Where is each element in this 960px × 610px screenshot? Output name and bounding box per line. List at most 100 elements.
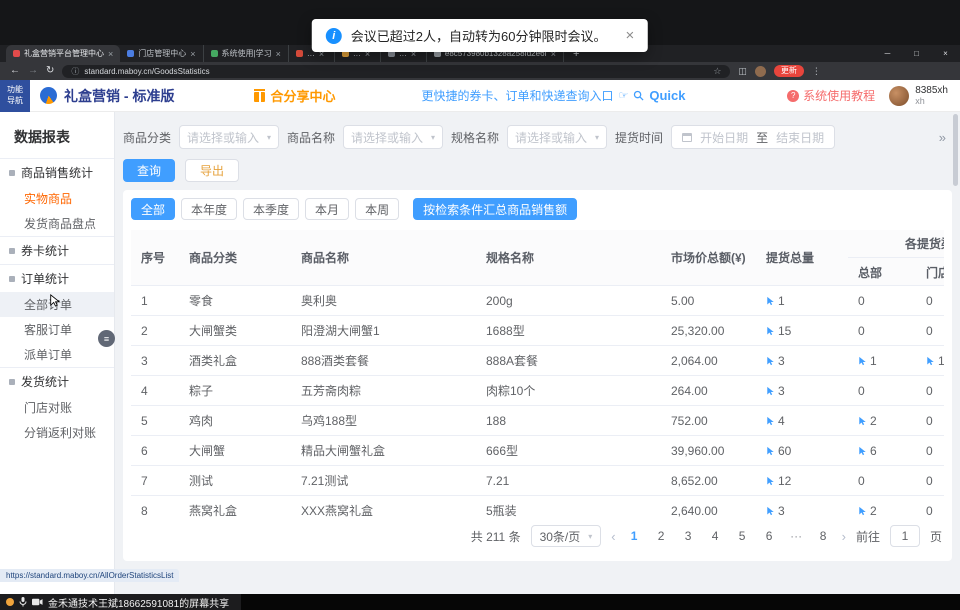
filter-select[interactable]: 请选择或输入▾ xyxy=(343,125,443,149)
maximize-icon[interactable]: □ xyxy=(902,45,931,62)
cell-text: 奥利奥 xyxy=(301,292,337,309)
quick-filter-button[interactable]: 本周 xyxy=(355,198,399,220)
cell-text: 0 xyxy=(858,294,865,308)
browser-update-button[interactable]: 更新 xyxy=(774,65,804,77)
quick-filter-button[interactable]: 全部 xyxy=(131,198,175,220)
table-cell: 酒类礼盒 xyxy=(179,352,291,369)
click-count-cell[interactable]: 3 xyxy=(756,504,848,518)
click-count-cell[interactable]: 1 xyxy=(756,294,848,308)
nav-toggle[interactable]: 功能 导航 xyxy=(0,80,30,112)
click-count-cell[interactable]: 15 xyxy=(756,324,848,338)
close-window-icon[interactable]: × xyxy=(931,45,960,62)
goto-unit: 页 xyxy=(930,528,942,545)
page-number[interactable]: 8 xyxy=(815,529,832,543)
table-row: 4粽子五芳斋肉粽肉粽10个264.00300 xyxy=(131,376,944,406)
page-number[interactable]: 3 xyxy=(680,529,697,543)
cell-text: 60 xyxy=(778,444,791,458)
page-number[interactable]: 4 xyxy=(707,529,724,543)
user-info[interactable]: 8385xh xh xyxy=(915,85,948,107)
sidebar-group[interactable]: 商品销售统计 xyxy=(0,159,114,186)
browser-tab[interactable]: 系统使用|学习× xyxy=(204,45,289,62)
share-text: 金禾通技术王斌18662591081的屏幕共享 xyxy=(48,595,229,610)
user-avatar[interactable] xyxy=(889,86,909,106)
scrollbar-thumb[interactable] xyxy=(953,114,958,186)
back-icon[interactable]: ← xyxy=(10,66,20,76)
sidebar-group[interactable]: 订单统计 xyxy=(0,265,114,292)
page-number[interactable]: 5 xyxy=(734,529,751,543)
quick-filter-button[interactable]: 本月 xyxy=(305,198,349,220)
click-count-cell[interactable]: 4 xyxy=(756,414,848,428)
browser-tab[interactable]: 门店管理中心× xyxy=(120,45,203,62)
minimize-icon[interactable]: ─ xyxy=(873,45,902,62)
side-panel-icon[interactable]: ◫ xyxy=(738,66,747,77)
reload-icon[interactable]: ↻ xyxy=(46,66,54,76)
toast-message: 会议已超过2人，自动转为60分钟限时会议。 xyxy=(351,26,607,45)
click-count-cell[interactable]: 60 xyxy=(756,444,848,458)
page-number[interactable]: 2 xyxy=(653,529,670,543)
forward-icon[interactable]: → xyxy=(28,66,38,76)
sidebar-group[interactable]: 发货统计 xyxy=(0,368,114,395)
tab-close-icon[interactable]: × xyxy=(108,49,113,59)
share-center-link[interactable]: 合分享中心 xyxy=(254,86,335,105)
click-count-cell[interactable]: 6 xyxy=(848,444,916,458)
quick-filter-button[interactable]: 本年度 xyxy=(181,198,237,220)
quick-tip-link[interactable]: 更快捷的券卡、订单和快递查询入口 xyxy=(421,87,613,104)
table-cell: 666型 xyxy=(476,442,661,459)
table-cell: 8 xyxy=(131,504,179,518)
page-number[interactable]: 6 xyxy=(761,529,778,543)
browser-tab[interactable]: 礼盒营销平台管理中心× xyxy=(6,45,120,62)
quick-link[interactable]: Quick xyxy=(649,88,685,103)
sidebar-item[interactable]: 全部订单 xyxy=(0,292,114,317)
click-count-cell[interactable]: 2 xyxy=(848,504,916,518)
scrollbar[interactable] xyxy=(953,114,958,590)
sidebar-item[interactable]: 客服订单 xyxy=(0,317,114,342)
page-number[interactable]: ··· xyxy=(788,529,805,543)
site-info-icon[interactable]: ⓘ xyxy=(71,66,79,77)
date-range-picker[interactable]: 开始日期 至 结束日期 xyxy=(671,125,835,149)
click-count-cell[interactable]: 3 xyxy=(756,384,848,398)
filter-select[interactable]: 请选择或输入▾ xyxy=(507,125,607,149)
prev-page-icon[interactable]: ‹ xyxy=(611,529,615,544)
table-cell: 0 xyxy=(916,384,944,398)
next-page-icon[interactable]: › xyxy=(842,529,846,544)
page-size-select[interactable]: 30条/页▾ xyxy=(531,525,602,547)
browser-profile-avatar[interactable] xyxy=(755,66,766,77)
filter-select[interactable]: 请选择或输入▾ xyxy=(179,125,279,149)
click-hand-icon xyxy=(858,506,867,516)
url-text[interactable]: standard.maboy.cn/GoodsStatistics xyxy=(84,67,708,76)
export-button[interactable]: 导出 xyxy=(185,159,239,182)
sidebar-collapse-handle[interactable]: ≡ xyxy=(98,330,115,347)
page-number[interactable]: 1 xyxy=(626,529,643,543)
click-count-cell[interactable]: 1 xyxy=(848,354,916,368)
chevron-down-icon: ▾ xyxy=(595,133,599,142)
pointer-icon: ☞ xyxy=(618,89,628,102)
table-cell: 0 xyxy=(916,444,944,458)
cell-text: 0 xyxy=(926,414,933,428)
cell-text: 0 xyxy=(926,324,933,338)
sidebar-item[interactable]: 实物商品 xyxy=(0,186,114,211)
table-cell: 39,960.00 xyxy=(661,444,756,458)
sidebar-item[interactable]: 分销返利对账 xyxy=(0,420,114,445)
click-count-cell[interactable]: 3 xyxy=(756,354,848,368)
sidebar-group[interactable]: 券卡统计 xyxy=(0,237,114,264)
click-count-cell[interactable]: 1 xyxy=(916,354,944,368)
summary-button[interactable]: 按检索条件汇总商品销售额 xyxy=(413,198,577,220)
quick-filter-button[interactable]: 本季度 xyxy=(243,198,299,220)
click-count-cell[interactable]: 2 xyxy=(848,414,916,428)
bookmark-star-icon[interactable]: ☆ xyxy=(713,66,721,77)
goto-page-input[interactable] xyxy=(890,525,920,547)
url-bar[interactable]: ⓘ standard.maboy.cn/GoodsStatistics ☆ xyxy=(62,65,730,78)
tab-close-icon[interactable]: × xyxy=(276,49,281,59)
tutorial-link[interactable]: 系统使用教程 xyxy=(803,87,875,104)
sidebar-item[interactable]: 发货商品盘点 xyxy=(0,211,114,236)
menu-dots-icon[interactable]: ⋮ xyxy=(812,66,821,77)
click-count-cell[interactable]: 12 xyxy=(756,474,848,488)
table-cell: 0 xyxy=(848,324,916,338)
tab-close-icon[interactable]: × xyxy=(190,49,195,59)
close-icon[interactable]: × xyxy=(625,27,634,44)
sidebar-item[interactable]: 派单订单 xyxy=(0,342,114,367)
search-button[interactable]: 查询 xyxy=(123,159,175,182)
sidebar-item[interactable]: 门店对账 xyxy=(0,395,114,420)
collapse-arrows-icon[interactable]: » xyxy=(939,130,946,145)
column-subheader: 门店 xyxy=(916,258,944,286)
